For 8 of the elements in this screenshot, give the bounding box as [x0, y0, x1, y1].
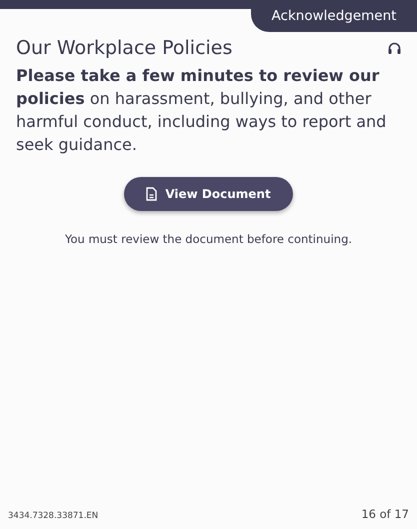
- document-icon: [146, 186, 158, 201]
- page-counter: 16 of 17: [361, 506, 409, 523]
- headphones-icon[interactable]: [388, 42, 401, 54]
- intro-paragraph: Please take a few minutes to review our policies on harassment, bullying, and other harmful conduct, including ways to report and seek guidance.: [16, 64, 388, 156]
- page-title: Our Workplace Policies: [16, 37, 232, 60]
- document-code: 3434.7328.33871.EN: [8, 510, 98, 523]
- notice-text: You must review the document before continuing.: [64, 232, 352, 246]
- view-document-button[interactable]: View Document: [124, 176, 293, 211]
